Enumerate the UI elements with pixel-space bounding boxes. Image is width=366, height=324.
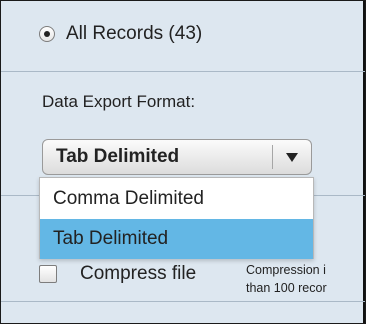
export-panel: All Records (43) Data Export Format: Tab… [0, 0, 366, 324]
compress-file-checkbox[interactable] [39, 265, 57, 283]
select-separator [272, 145, 273, 169]
all-records-label: All Records (43) [66, 23, 203, 44]
compression-note: Compression i than 100 recor [246, 261, 364, 297]
compress-file-label: Compress file [80, 263, 197, 284]
compression-note-line: Compression i [246, 263, 326, 277]
radio-selected-dot [44, 31, 50, 37]
export-format-select[interactable]: Tab Delimited [42, 139, 312, 175]
selected-format: Tab Delimited [56, 146, 180, 167]
all-records-option[interactable]: All Records (43) [39, 23, 202, 45]
compression-note-line: than 100 recor [246, 281, 327, 295]
section-divider [1, 301, 365, 302]
export-format-label: Data Export Format: [42, 92, 196, 111]
compress-file-option[interactable]: Compress file [39, 263, 196, 285]
section-divider [1, 71, 365, 72]
option-comma-delimited[interactable]: Comma Delimited [40, 179, 313, 219]
export-format-dropdown: Comma Delimited Tab Delimited [39, 177, 314, 259]
all-records-radio[interactable] [39, 26, 55, 42]
chevron-down-icon[interactable] [286, 153, 298, 162]
option-tab-delimited[interactable]: Tab Delimited [40, 219, 313, 259]
